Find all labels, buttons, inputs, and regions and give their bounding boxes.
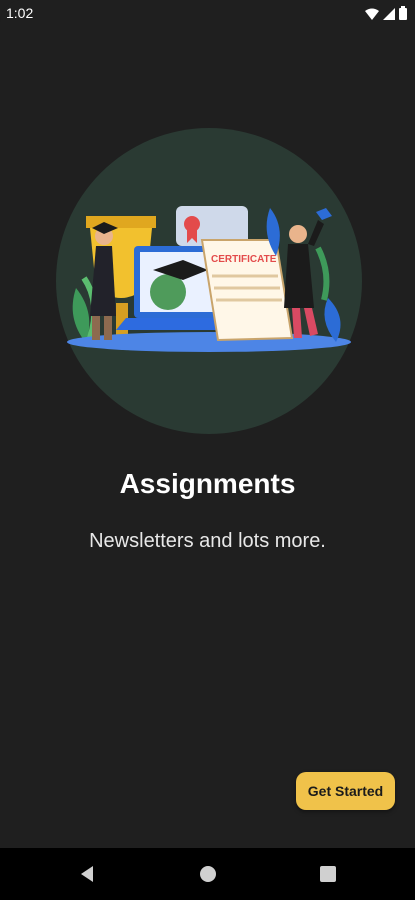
wifi-icon xyxy=(365,7,379,23)
home-icon[interactable] xyxy=(198,864,218,884)
phone-screen: 1:02 CERTIFICATE Assignments Newsletters… xyxy=(0,0,415,900)
navigation-bar xyxy=(0,848,415,900)
status-bar: 1:02 xyxy=(0,0,415,28)
page-title: Assignments xyxy=(119,468,296,499)
back-icon[interactable] xyxy=(78,864,98,884)
get-started-button[interactable]: Get Started xyxy=(296,772,395,810)
page-subtitle: Newsletters and lots more. xyxy=(89,530,326,552)
certificate-illustration-text: CERTIFICATE xyxy=(211,254,277,265)
graduation-certificate-illustration: CERTIFICATE xyxy=(56,128,362,434)
signal-icon xyxy=(383,7,395,23)
status-time: 1:02 xyxy=(6,5,34,21)
battery-icon xyxy=(399,6,407,23)
recents-icon[interactable] xyxy=(318,864,338,884)
status-icons xyxy=(365,6,407,23)
